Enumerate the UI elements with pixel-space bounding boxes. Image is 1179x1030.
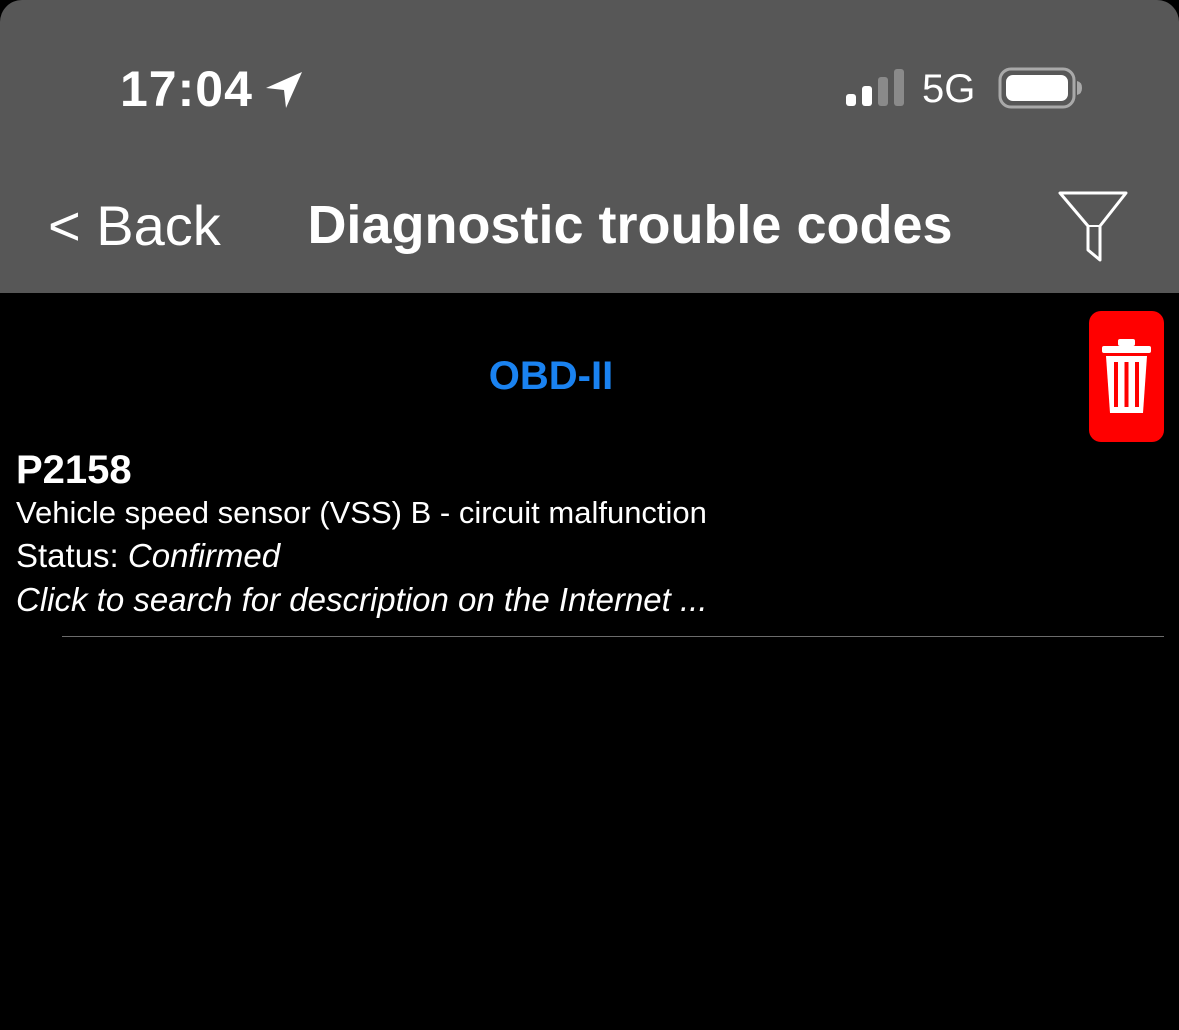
delete-button[interactable] — [1089, 311, 1164, 442]
dtc-description: Vehicle speed sensor (VSS) B - circuit m… — [16, 495, 707, 530]
location-arrow-icon — [266, 72, 302, 108]
top-bar: 17:04 5G < Back Diagnostic trouble codes — [0, 0, 1179, 293]
dtc-search-link[interactable]: Click to search for description on the I… — [16, 578, 708, 622]
battery-icon — [998, 67, 1082, 109]
network-type: 5G — [922, 67, 976, 111]
cellular-signal-icon — [846, 69, 904, 106]
dtc-status-label: Status: — [16, 537, 128, 574]
back-button[interactable]: < Back — [48, 192, 221, 260]
section-header-obd: OBD-II — [488, 354, 614, 398]
filter-button[interactable] — [1056, 188, 1130, 264]
row-divider — [62, 636, 1164, 637]
filter-funnel-icon — [1058, 191, 1128, 262]
status-time: 17:04 — [120, 61, 253, 117]
dtc-list-item[interactable]: P2158 Vehicle speed sensor (VSS) B - cir… — [0, 440, 1179, 636]
trash-icon — [1102, 339, 1151, 413]
app-screen: 17:04 5G < Back Diagnostic trouble codes — [0, 0, 1179, 1030]
dtc-code: P2158 — [16, 448, 132, 492]
page-title: Diagnostic trouble codes — [307, 195, 953, 255]
dtc-status-value: Confirmed — [127, 537, 281, 574]
dtc-status: Status: Confirmed — [16, 534, 280, 578]
